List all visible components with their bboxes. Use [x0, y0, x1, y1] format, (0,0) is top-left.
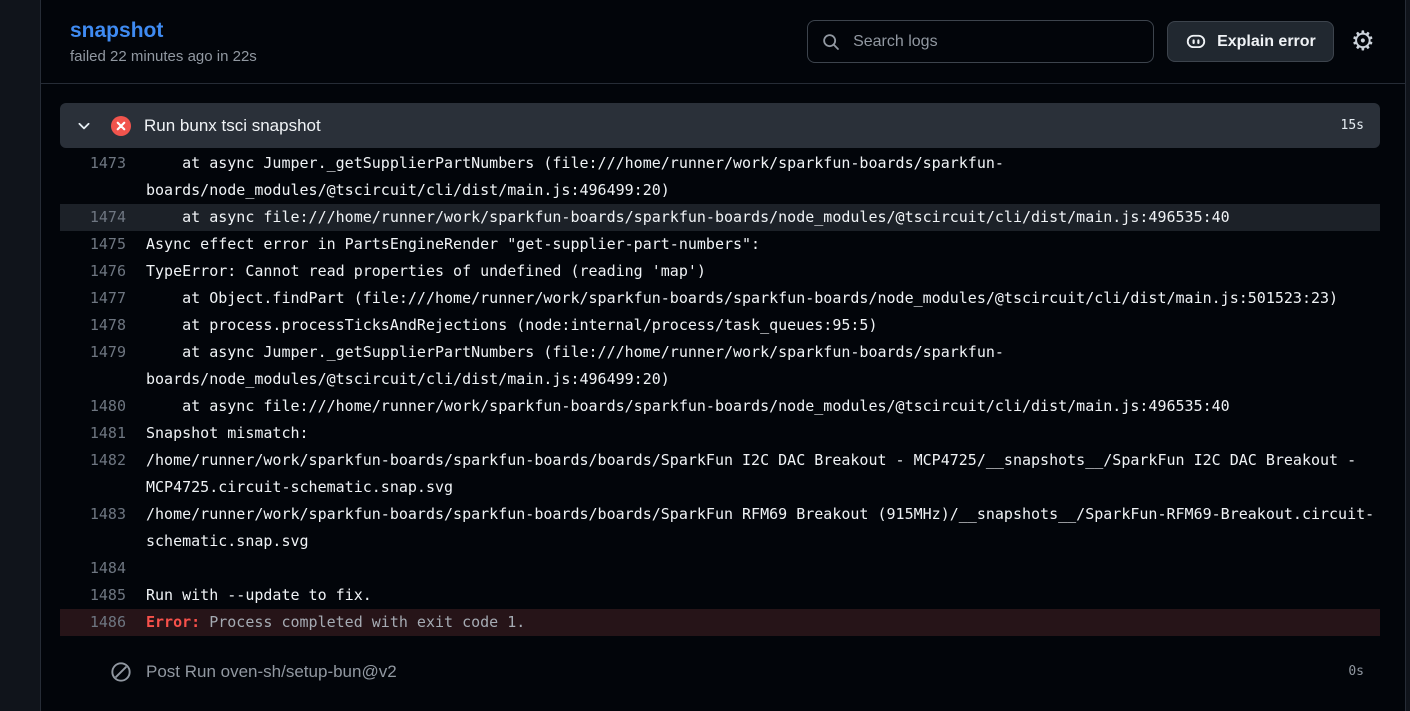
log-viewer-panel: snapshot failed 22 minutes ago in 22s Ex — [40, 0, 1406, 711]
explain-error-label: Explain error — [1217, 32, 1316, 50]
failed-x-circle-icon — [111, 115, 131, 136]
log-row: boards/node_modules/@tscircuit/cli/dist/… — [60, 177, 1380, 204]
log-line-text: at process.processTicksAndRejections (no… — [146, 316, 878, 334]
step-title: Run bunx tsci snapshot — [144, 115, 321, 135]
log-row: 1480 at async file:///home/runner/work/s… — [60, 393, 1380, 420]
log-row: MCP4725.circuit-schematic.snap.svg — [60, 474, 1380, 501]
log-line-text: Run with --update to fix. — [146, 586, 372, 604]
step-header-run-bunx-tsci-snapshot[interactable]: Run bunx tsci snapshot 15s — [60, 103, 1380, 148]
log-line-number[interactable]: 1483 — [60, 501, 126, 528]
gear-icon: ⚙ — [1350, 26, 1375, 57]
log-line-number[interactable]: 1482 — [60, 447, 126, 474]
log-line-text: Error: Process completed with exit code … — [146, 613, 526, 631]
log-line-text: TypeError: Cannot read properties of und… — [146, 262, 706, 280]
log-line-text: boards/node_modules/@tscircuit/cli/dist/… — [146, 370, 670, 388]
log-line-number[interactable]: 1484 — [60, 555, 126, 582]
log-line-number[interactable]: 1476 — [60, 258, 126, 285]
step-duration: 15s — [1340, 118, 1364, 133]
log-line-number[interactable]: 1480 — [60, 393, 126, 420]
log-row: 1473 at async Jumper._getSupplierPartNum… — [60, 150, 1380, 177]
log-line-text: at async Jumper._getSupplierPartNumbers … — [146, 343, 1004, 361]
log-line-text: MCP4725.circuit-schematic.snap.svg — [146, 478, 454, 496]
settings-button[interactable]: ⚙ — [1351, 28, 1375, 55]
log-line-text: at async Jumper._getSupplierPartNumbers … — [146, 154, 1004, 172]
step-row-post-run-setup-bun[interactable]: Post Run oven-sh/setup-bun@v2 0s — [60, 649, 1380, 694]
log-row: 1475 Async effect error in PartsEngineRen… — [60, 231, 1380, 258]
search-logs-input[interactable] — [851, 31, 1140, 52]
log-line-text: /home/runner/work/sparkfun-boards/sparkf… — [146, 451, 1357, 469]
log-line-number[interactable]: 1474 — [60, 204, 126, 231]
log-row: 1483/home/runner/work/sparkfun-boards/sp… — [60, 501, 1380, 528]
post-step-title: Post Run oven-sh/setup-bun@v2 — [146, 661, 397, 681]
log-line-number[interactable]: 1479 — [60, 339, 126, 366]
log-line-number[interactable]: 1486 — [60, 609, 126, 636]
log-row: 1476 TypeError: Cannot read properties of… — [60, 258, 1380, 285]
post-step-duration: 0s — [1348, 664, 1364, 679]
job-header: snapshot failed 22 minutes ago in 22s Ex — [41, 0, 1405, 84]
log-line-number[interactable]: 1485 — [60, 582, 126, 609]
log-row: 1478 at process.processTicksAndRejection… — [60, 312, 1380, 339]
log-row: 1482/home/runner/work/sparkfun-boards/sp… — [60, 447, 1380, 474]
log-line-number[interactable]: 1481 — [60, 420, 126, 447]
log-line-text: Async effect error in PartsEngineRender … — [146, 235, 761, 253]
log-line-text: at async file:///home/runner/work/sparkf… — [146, 397, 1230, 415]
log-row: 1481 Snapshot mismatch: — [60, 420, 1380, 447]
log-row: 1479 at async Jumper._getSupplierPartNum… — [60, 339, 1380, 366]
explain-error-button[interactable]: Explain error — [1167, 21, 1334, 62]
log-row: 1474 at async file:///home/runner/work/s… — [60, 204, 1380, 231]
copilot-icon — [1185, 31, 1207, 53]
log-line-text: /home/runner/work/sparkfun-boards/sparkf… — [146, 505, 1375, 523]
log-row: boards/node_modules/@tscircuit/cli/dist/… — [60, 366, 1380, 393]
log-line-number[interactable]: 1475 — [60, 231, 126, 258]
log-line-number[interactable]: 1478 — [60, 312, 126, 339]
error-prefix: Error: — [146, 613, 201, 631]
skipped-circle-slash-icon — [110, 661, 132, 683]
job-meta: snapshot failed 22 minutes ago in 22s — [70, 19, 257, 65]
log-line-number — [60, 528, 126, 555]
log-line-number[interactable]: 1473 — [60, 150, 126, 177]
log-line-number — [60, 366, 126, 393]
log-line-number — [60, 474, 126, 501]
job-title-link[interactable]: snapshot — [70, 19, 257, 43]
log-line-text: Snapshot mismatch: — [146, 424, 309, 442]
log-row: 1484 — [60, 555, 1380, 582]
log-line-text: schematic.snap.svg — [146, 532, 309, 550]
log-line-text: at Object.findPart (file:///home/runner/… — [146, 289, 1339, 307]
search-icon — [822, 33, 840, 51]
chevron-down-icon[interactable] — [76, 118, 92, 134]
log-line-text: at async file:///home/runner/work/sparkf… — [146, 208, 1230, 226]
job-status-text: failed 22 minutes ago in 22s — [70, 47, 257, 65]
log-row: 1485 Run with --update to fix. — [60, 582, 1380, 609]
search-logs-box[interactable] — [807, 20, 1155, 63]
log-line-number[interactable]: 1477 — [60, 285, 126, 312]
log-rows: 1473 at async Jumper._getSupplierPartNum… — [60, 150, 1380, 636]
log-row: schematic.snap.svg — [60, 528, 1380, 555]
log-row: 1486 Error: Process completed with exit c… — [60, 609, 1380, 636]
log-line-number — [60, 177, 126, 204]
log-row: 1477 at Object.findPart (file:///home/ru… — [60, 285, 1380, 312]
log-line-text: boards/node_modules/@tscircuit/cli/dist/… — [146, 181, 670, 199]
log-area: Run bunx tsci snapshot 15s 1473 at async… — [41, 84, 1405, 694]
